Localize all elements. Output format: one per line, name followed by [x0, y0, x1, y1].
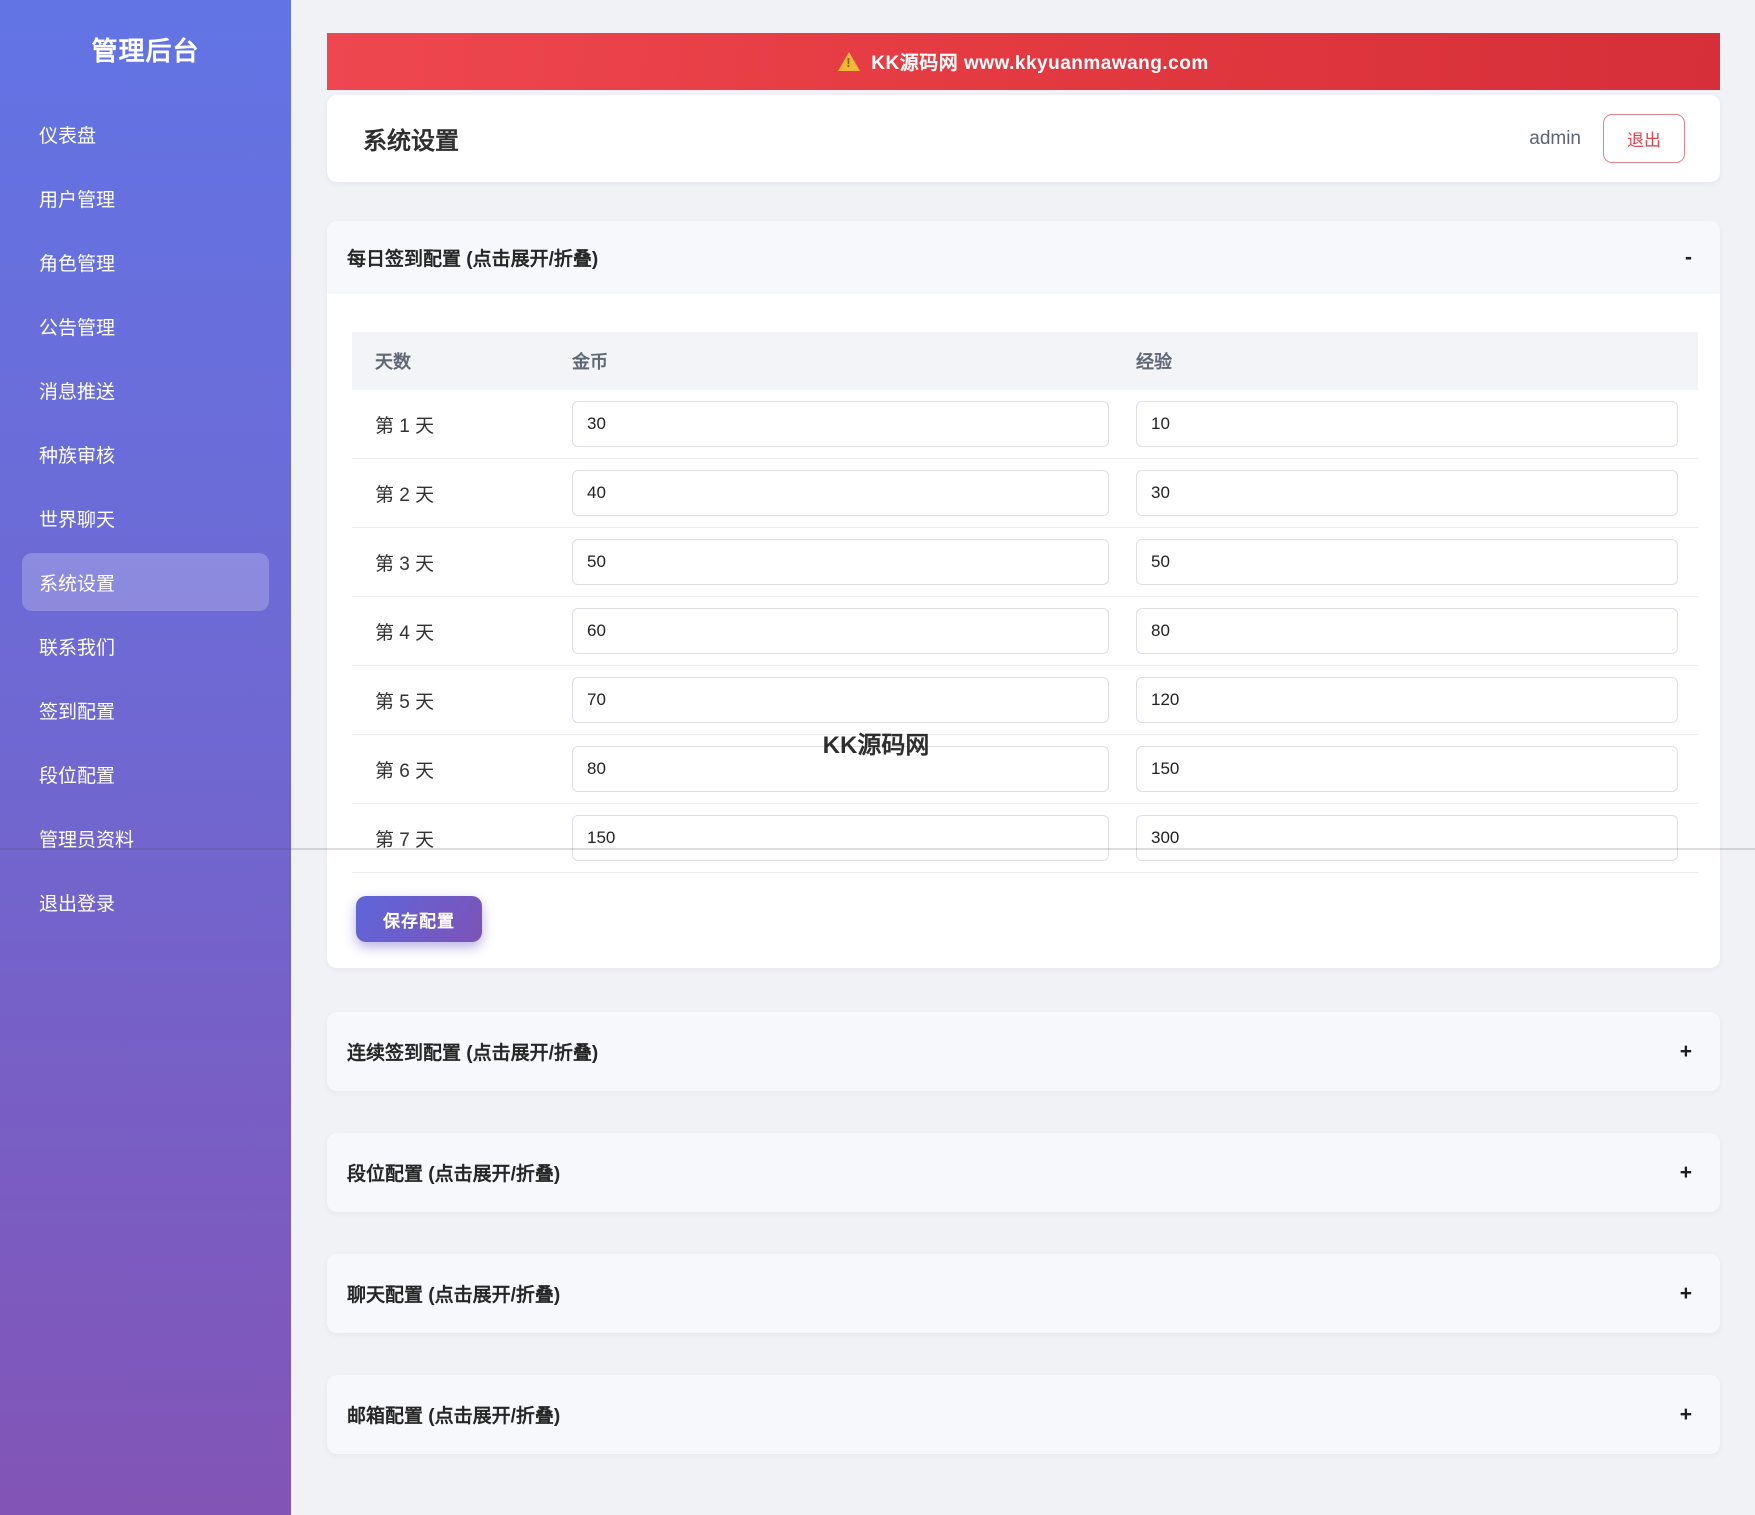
- section-chat[interactable]: 聊天配置 (点击展开/折叠) +: [327, 1254, 1720, 1333]
- sidebar-item-label: 联系我们: [39, 637, 116, 659]
- section-daily-signin: 每日签到配置 (点击展开/折叠) - 天数 金币 经验 第 1 天第 2 天第 …: [327, 221, 1720, 968]
- logout-button[interactable]: 退出: [1603, 114, 1685, 163]
- table-row: 第 5 天: [352, 666, 1698, 735]
- sidebar-item-0[interactable]: 仪表盘: [22, 105, 269, 163]
- sidebar-item-label: 角色管理: [39, 253, 116, 275]
- exp-input[interactable]: [1136, 608, 1678, 654]
- table-row: 第 6 天: [352, 735, 1698, 804]
- day-label: 第 5 天: [375, 691, 435, 713]
- expand-icon[interactable]: +: [1680, 1282, 1692, 1306]
- sidebar-item-1[interactable]: 用户管理: [22, 169, 269, 227]
- sidebar-item-3[interactable]: 公告管理: [22, 297, 269, 355]
- expand-icon[interactable]: +: [1680, 1161, 1692, 1185]
- sidebar-item-label: 仪表盘: [39, 125, 97, 147]
- sidebar-item-6[interactable]: 世界聊天: [22, 489, 269, 547]
- exp-input[interactable]: [1136, 677, 1678, 723]
- gold-input[interactable]: [572, 401, 1109, 447]
- sidebar-item-4[interactable]: 消息推送: [22, 361, 269, 419]
- section-title: 连续签到配置 (点击展开/折叠): [347, 1043, 599, 1064]
- signin-table-rows: 第 1 天第 2 天第 3 天第 4 天第 5 天第 6 天第 7 天: [352, 390, 1698, 873]
- save-config-button[interactable]: 保存配置: [356, 896, 482, 942]
- sidebar: 管理后台 仪表盘用户管理角色管理公告管理消息推送种族审核世界聊天系统设置联系我们…: [0, 0, 291, 1515]
- sidebar-item-label: 签到配置: [39, 701, 116, 723]
- exp-input[interactable]: [1136, 815, 1678, 861]
- day-label: 第 3 天: [375, 553, 435, 575]
- section-rank[interactable]: 段位配置 (点击展开/折叠) +: [327, 1133, 1720, 1212]
- expand-icon[interactable]: +: [1680, 1040, 1692, 1064]
- day-label: 第 7 天: [375, 829, 435, 851]
- sidebar-item-label: 用户管理: [39, 189, 116, 211]
- section-title: 聊天配置 (点击展开/折叠): [347, 1285, 561, 1306]
- gold-input[interactable]: [572, 746, 1109, 792]
- sidebar-item-5[interactable]: 种族审核: [22, 425, 269, 483]
- table-row: 第 7 天: [352, 804, 1698, 873]
- exp-input[interactable]: [1136, 746, 1678, 792]
- username-label: admin: [1529, 127, 1581, 149]
- section-title: 每日签到配置 (点击展开/折叠): [347, 249, 599, 270]
- section-mail[interactable]: 邮箱配置 (点击展开/折叠) +: [327, 1375, 1720, 1454]
- section-continuous-signin[interactable]: 连续签到配置 (点击展开/折叠) +: [327, 1012, 1720, 1091]
- sidebar-item-10[interactable]: 段位配置: [22, 745, 269, 803]
- banner-text: KK源码网 www.kkyuanmawang.com: [871, 53, 1209, 74]
- sidebar-nav: 仪表盘用户管理角色管理公告管理消息推送种族审核世界聊天系统设置联系我们签到配置段…: [0, 105, 291, 931]
- page-header: 系统设置 admin 退出: [327, 95, 1720, 182]
- column-header-day: 天数: [375, 352, 411, 372]
- table-row: 第 4 天: [352, 597, 1698, 666]
- section-daily-signin-body: 天数 金币 经验 第 1 天第 2 天第 3 天第 4 天第 5 天第 6 天第…: [327, 294, 1720, 968]
- sidebar-item-label: 世界聊天: [39, 509, 116, 531]
- gold-input[interactable]: [572, 470, 1109, 516]
- day-label: 第 1 天: [375, 415, 435, 437]
- collapse-icon[interactable]: -: [1685, 246, 1692, 270]
- collapsed-sections: 连续签到配置 (点击展开/折叠) + 段位配置 (点击展开/折叠) + 聊天配置 (点击…: [327, 1012, 1720, 1454]
- header-right: admin 退出: [1529, 114, 1685, 163]
- gold-input[interactable]: [572, 815, 1109, 861]
- exp-input[interactable]: [1136, 470, 1678, 516]
- sidebar-item-label: 管理员资料: [39, 829, 135, 851]
- day-label: 第 6 天: [375, 760, 435, 782]
- expand-icon[interactable]: +: [1680, 1403, 1692, 1427]
- app-title: 管理后台: [91, 36, 200, 66]
- section-title: 段位配置 (点击展开/折叠): [347, 1164, 561, 1185]
- sidebar-item-label: 种族审核: [39, 445, 116, 467]
- section-daily-signin-header[interactable]: 每日签到配置 (点击展开/折叠) -: [327, 221, 1720, 294]
- page-title: 系统设置: [363, 128, 459, 155]
- table-row: 第 3 天: [352, 528, 1698, 597]
- warning-icon: [838, 52, 861, 71]
- sidebar-item-label: 系统设置: [39, 573, 116, 595]
- sidebar-item-label: 退出登录: [39, 893, 116, 915]
- sidebar-item-11[interactable]: 管理员资料: [22, 809, 269, 867]
- sidebar-item-label: 消息推送: [39, 381, 116, 403]
- column-header-gold: 金币: [572, 352, 608, 372]
- sidebar-item-2[interactable]: 角色管理: [22, 233, 269, 291]
- exp-input[interactable]: [1136, 401, 1678, 447]
- day-label: 第 2 天: [375, 484, 435, 506]
- gold-input[interactable]: [572, 608, 1109, 654]
- sidebar-item-9[interactable]: 签到配置: [22, 681, 269, 739]
- table-row: 第 1 天: [352, 390, 1698, 459]
- sidebar-item-12[interactable]: 退出登录: [22, 873, 269, 931]
- exp-input[interactable]: [1136, 539, 1678, 585]
- gold-input[interactable]: [572, 539, 1109, 585]
- sidebar-item-label: 段位配置: [39, 765, 116, 787]
- promo-banner: KK源码网 www.kkyuanmawang.com: [327, 33, 1720, 90]
- gold-input[interactable]: [572, 677, 1109, 723]
- day-label: 第 4 天: [375, 622, 435, 644]
- sidebar-item-label: 公告管理: [39, 317, 116, 339]
- sidebar-item-7[interactable]: 系统设置: [22, 553, 269, 611]
- column-header-exp: 经验: [1136, 352, 1172, 372]
- table-header-row: 天数 金币 经验: [352, 332, 1698, 390]
- table-row: 第 2 天: [352, 459, 1698, 528]
- section-title: 邮箱配置 (点击展开/折叠): [347, 1406, 561, 1427]
- main-area: KK源码网 www.kkyuanmawang.com 系统设置 admin 退出…: [291, 0, 1755, 1515]
- sidebar-item-8[interactable]: 联系我们: [22, 617, 269, 675]
